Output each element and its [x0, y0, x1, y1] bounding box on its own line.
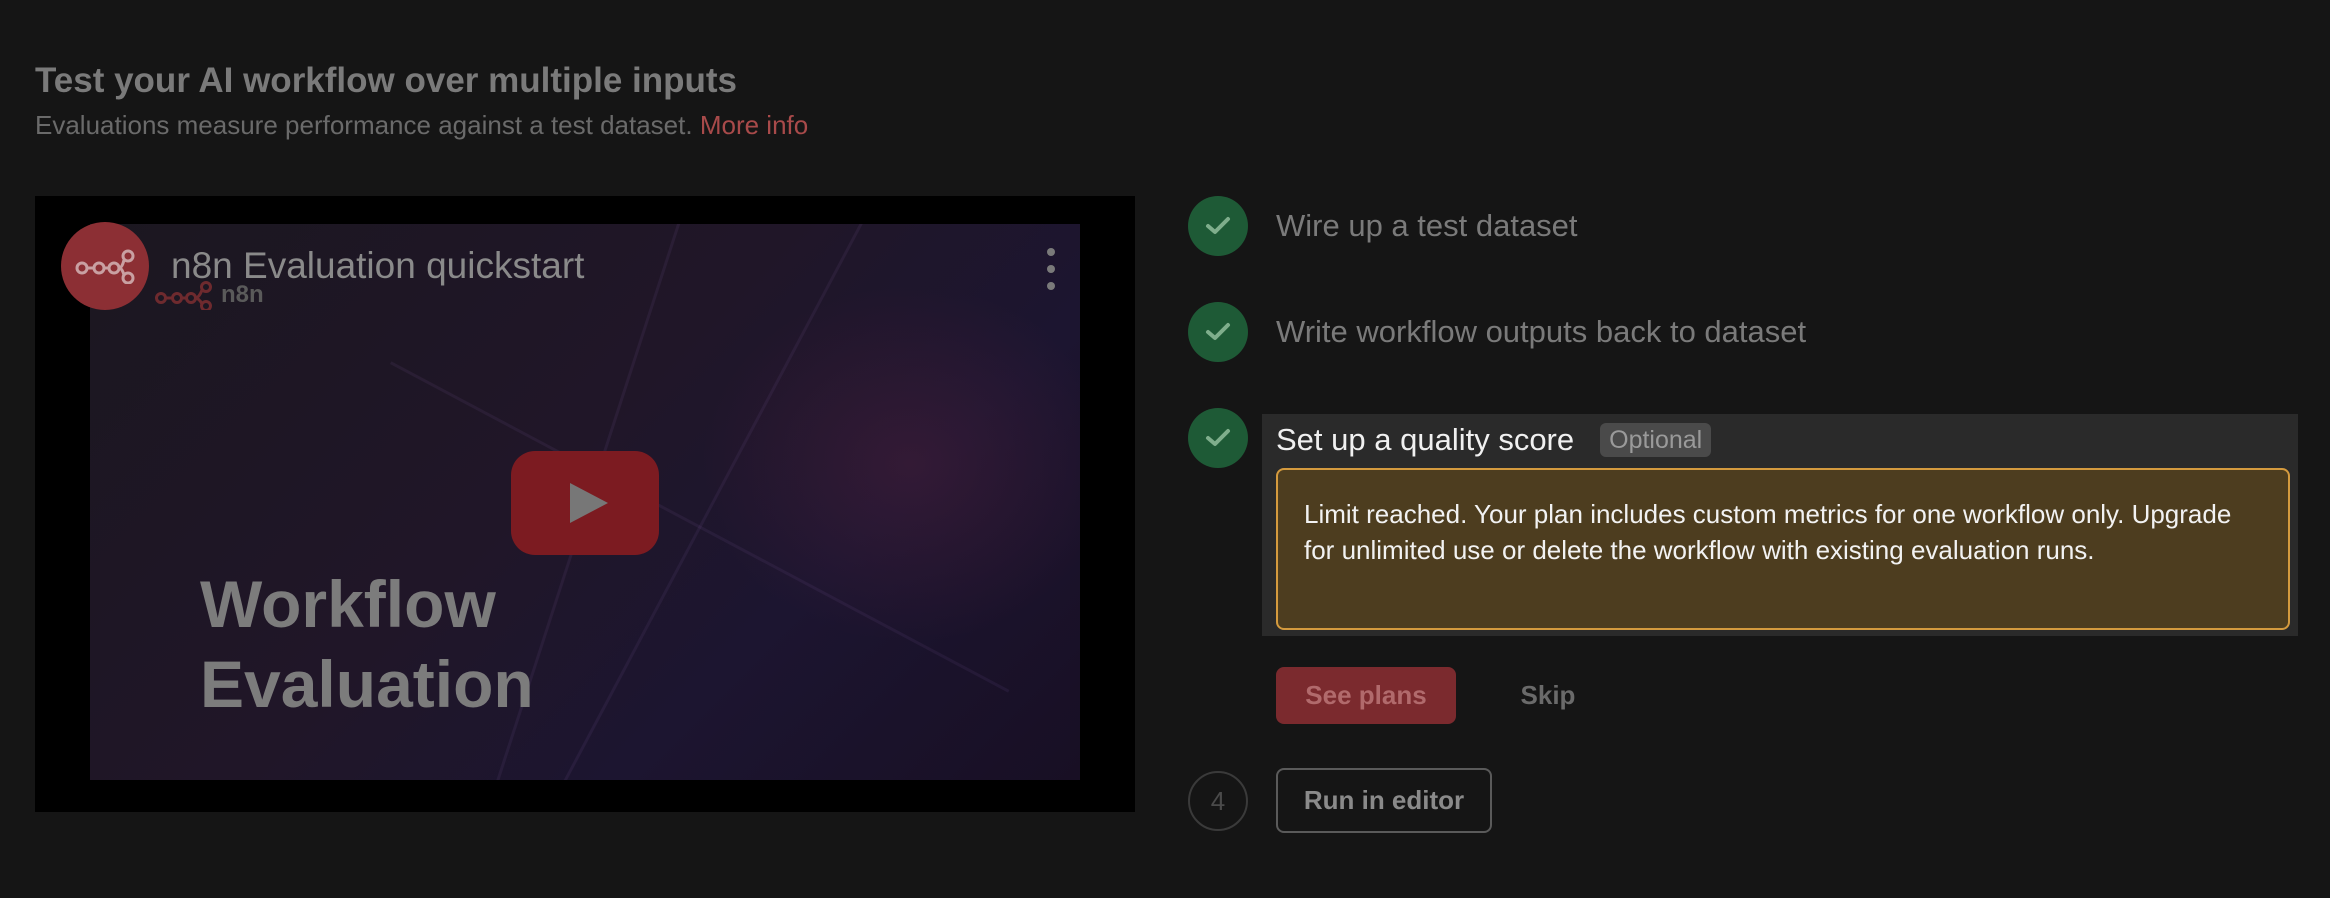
workflow-logo-icon [75, 249, 135, 284]
step-1-check-icon [1188, 196, 1248, 256]
more-options-icon[interactable] [1041, 248, 1061, 290]
quality-score-panel: Set up a quality score Optional Limit re… [1262, 414, 2298, 636]
quality-score-heading: Set up a quality score Optional [1276, 420, 1712, 460]
video-brand-text: n8n [221, 281, 264, 308]
step-3-check-icon [1188, 408, 1248, 468]
page-header: Test your AI workflow over multiple inpu… [35, 58, 808, 142]
play-icon [570, 483, 608, 523]
video-brand: n8n [153, 280, 264, 310]
n8n-logo-icon [155, 281, 212, 310]
step-2-label: Write workflow outputs back to dataset [1276, 314, 1807, 349]
more-info-link[interactable]: More info [700, 110, 808, 140]
optional-badge: Optional [1600, 423, 1712, 457]
video-player[interactable]: Workflow Evaluation n8n Evaluation quick… [35, 196, 1135, 812]
run-in-editor-button[interactable]: Run in editor [1276, 768, 1492, 833]
thumbnail-line-2: Evaluation [200, 647, 534, 721]
thumbnail-title: Workflow Evaluation [200, 564, 534, 724]
thumbnail-glow [700, 284, 1080, 644]
skip-button[interactable]: Skip [1500, 667, 1596, 724]
step-3-label: Set up a quality score [1276, 422, 1575, 457]
play-button[interactable] [511, 451, 659, 555]
page-title: Test your AI workflow over multiple inpu… [35, 61, 738, 100]
limit-reached-callout: Limit reached. Your plan includes custom… [1276, 468, 2290, 630]
see-plans-button[interactable]: See plans [1276, 667, 1456, 724]
thumbnail-line-1: Workflow [200, 567, 496, 641]
channel-avatar[interactable] [61, 222, 149, 310]
page-subtitle: Evaluations measure performance against … [35, 108, 808, 142]
step-4-number: 4 [1188, 771, 1248, 831]
step-2-check-icon [1188, 302, 1248, 362]
subtitle-text: Evaluations measure performance against … [35, 110, 693, 140]
step-1-label: Wire up a test dataset [1276, 208, 1578, 243]
